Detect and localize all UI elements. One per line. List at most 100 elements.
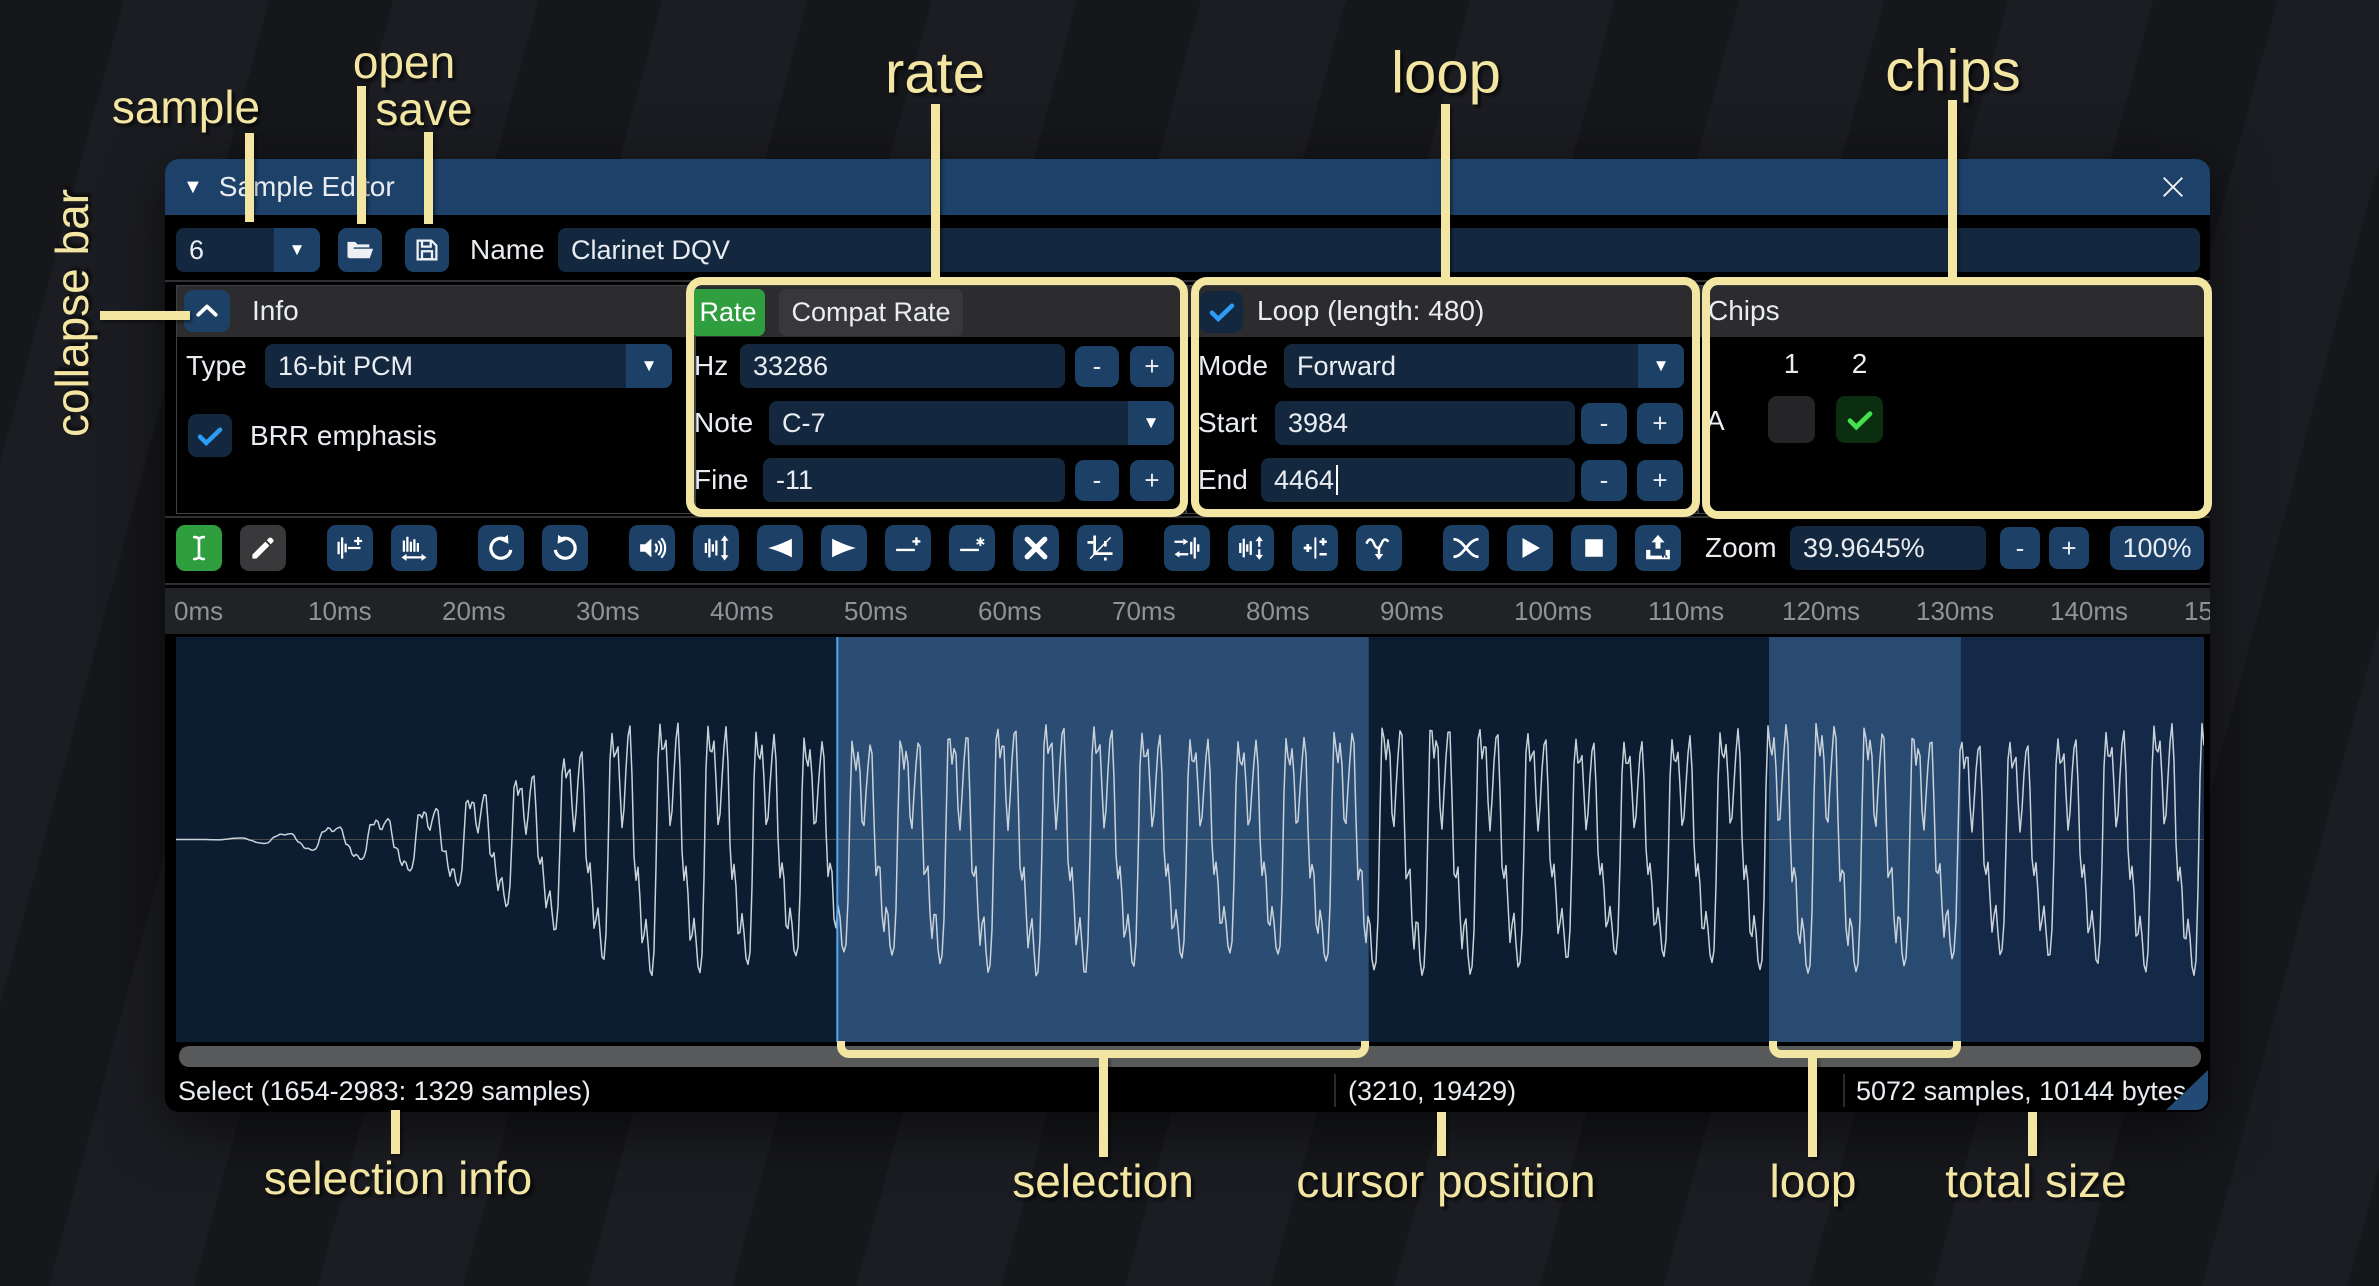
undo-button[interactable] [478,525,524,571]
wave-reverse-icon [1172,533,1202,563]
delete-button[interactable] [1013,525,1059,571]
reverse-button[interactable] [1164,525,1210,571]
timeline-label: 130ms [1916,588,1994,634]
annotation-line-selection-info [391,1110,400,1154]
toolbar [176,525,1681,571]
invert-button[interactable] [1228,525,1274,571]
fade-in-button[interactable] [757,525,803,571]
timeline-label: 90ms [1380,588,1444,634]
filter-wave-icon [1364,533,1394,563]
annotation-line-cursor-position [1437,1112,1446,1156]
folder-open-icon [345,235,375,265]
zoom-reset-button[interactable]: 100% [2110,526,2204,570]
i-cursor-icon [184,533,214,563]
fade-out-button[interactable] [821,525,867,571]
chevron-up-icon [192,296,222,326]
toolbar-group [1164,525,1402,571]
close-icon [2159,173,2187,201]
toolbar-group [176,525,286,571]
sign-icon [1300,533,1330,563]
sample-select-dropdown[interactable]: 6 ▼ [176,228,320,272]
annotation-cursor-position: cursor position [1296,1154,1595,1208]
toolbar-group [327,525,437,571]
edit-mode-select-button[interactable] [176,525,222,571]
toolbar-group [629,525,1123,571]
name-label: Name [470,228,545,272]
info-panel-title: Info [252,289,299,333]
annotation-line-save [424,132,433,224]
zoom-in-button[interactable]: + [2049,527,2089,569]
zoom-out-button[interactable]: - [2000,527,2040,569]
redo-button[interactable] [542,525,588,571]
crop-icon [1085,533,1115,563]
waveform-canvas[interactable] [176,637,2204,1042]
timeline-label: 140ms [2050,588,2128,634]
wave-updown-icon [701,533,731,563]
name-value: Clarinet DQV [571,235,730,266]
annotation-selection: selection [1012,1154,1194,1208]
stop-icon [1579,533,1609,563]
annotation-rate: rate [885,40,985,107]
brr-emphasis-label: BRR emphasis [250,414,437,458]
edit-mode-draw-button[interactable] [240,525,286,571]
annotation-line-loop-bottom [1808,1057,1817,1157]
selection-info-text: Select (1654-2983: 1329 samples) [178,1072,591,1110]
times-icon [1021,533,1051,563]
type-label: Type [186,344,247,388]
open-sample-button[interactable] [338,228,382,272]
caret-down-icon[interactable]: ▼ [626,344,672,388]
annotation-box-rate [686,277,1188,517]
volume-icon [637,533,667,563]
annotation-line-total-size [2028,1112,2037,1156]
divider [165,583,2210,585]
crossfade-loop-button[interactable] [1443,525,1489,571]
annotation-line-collapse-bar [100,311,190,320]
apply-filter-button[interactable] [1356,525,1402,571]
annotation-line-selection [1099,1057,1108,1157]
apply-silence-button[interactable] [949,525,995,571]
annotation-chips: chips [1885,38,2020,105]
waveform-view[interactable] [176,637,2204,1042]
create-instrument-button[interactable] [1635,525,1681,571]
loop-bracket-annotation [1769,1041,1961,1058]
fade-out-icon [829,533,859,563]
trim-button[interactable] [1077,525,1123,571]
status-divider [1843,1074,1845,1107]
resize-button[interactable] [327,525,373,571]
toolbar-group [1443,525,1681,571]
stop-preview-button[interactable] [1571,525,1617,571]
timeline-label: 60ms [978,588,1042,634]
insert-silence-button[interactable] [885,525,931,571]
cursor-position-text: (3210, 19429) [1348,1072,1516,1110]
preview-button[interactable] [1507,525,1553,571]
timeline-label: 20ms [442,588,506,634]
annotation-line-open [357,86,366,224]
type-value: 16-bit PCM [278,351,413,382]
annotation-box-loop [1191,277,1700,517]
save-sample-button[interactable] [405,228,449,272]
annotation-save: save [375,82,472,136]
line-plus-icon [893,533,923,563]
brr-emphasis-checkbox[interactable] [188,414,232,457]
timeline-label: 30ms [576,588,640,634]
zoom-input[interactable]: 39.9645% [1790,526,1986,570]
sign-invert-button[interactable] [1292,525,1338,571]
type-dropdown[interactable]: 16-bit PCM ▼ [265,344,672,388]
timeline-ruler[interactable]: 0ms10ms20ms30ms40ms50ms60ms70ms80ms90ms1… [165,588,2210,634]
window-collapse-icon[interactable]: ▼ [183,176,203,199]
pencil-icon [248,533,278,563]
collapse-bar-button[interactable] [184,290,230,332]
annotation-collapse-bar: collapse bar [45,189,99,437]
amplify-button[interactable] [629,525,675,571]
upload-icon [1643,533,1673,563]
annotation-loop-top: loop [1391,40,1501,107]
caret-down-icon[interactable]: ▼ [274,228,320,272]
normalize-button[interactable] [693,525,739,571]
line-star-icon [957,533,987,563]
close-button[interactable] [2158,172,2188,202]
annotation-loop-bottom: loop [1770,1154,1857,1208]
resample-button[interactable] [391,525,437,571]
timeline-label: 100ms [1514,588,1592,634]
annotation-line-rate [931,104,940,278]
window-titlebar[interactable]: ▼ Sample Editor [165,159,2210,215]
